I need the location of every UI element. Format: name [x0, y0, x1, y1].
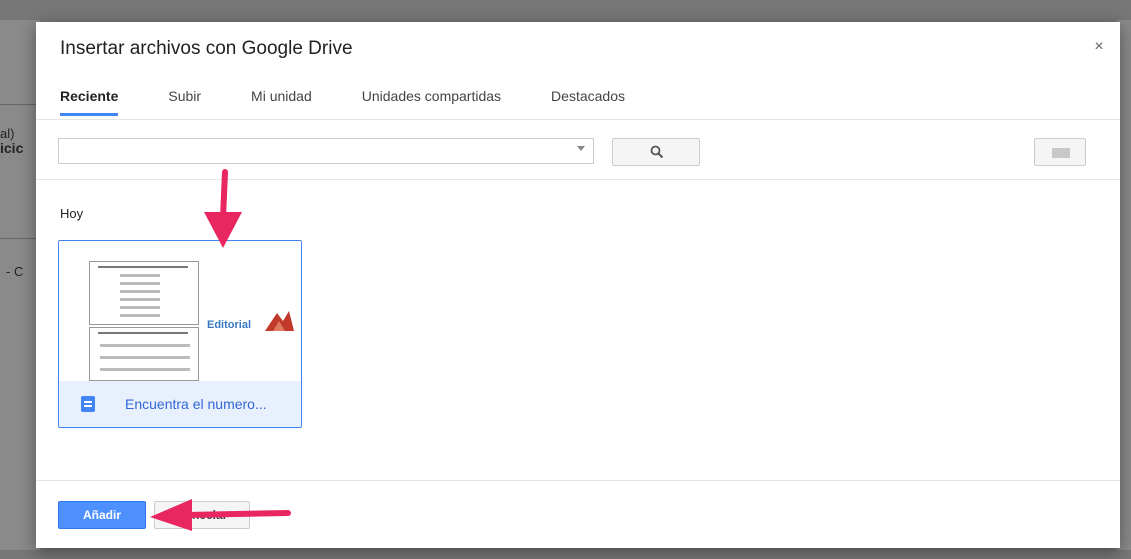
background-divider	[0, 238, 36, 239]
tab-my-drive[interactable]: Mi unidad	[251, 88, 312, 114]
search-field[interactable]	[58, 138, 594, 164]
thumbnail-page	[89, 261, 199, 325]
file-thumbnail: Editorial	[59, 241, 301, 381]
tab-starred[interactable]: Destacados	[551, 88, 625, 114]
file-area: Hoy Editorial Encuentra el numero...	[36, 180, 1120, 478]
search-button[interactable]	[612, 138, 700, 166]
search-input[interactable]	[59, 139, 559, 163]
background-text: al)	[0, 126, 15, 141]
search-icon	[650, 145, 664, 159]
tab-shared-drives[interactable]: Unidades compartidas	[362, 88, 501, 114]
thumbnail-brand: Editorial	[207, 319, 252, 331]
tab-recent[interactable]: Reciente	[60, 88, 119, 116]
file-card-footer: Encuentra el numero...	[59, 381, 301, 427]
background-text: icic	[0, 140, 24, 156]
section-label-today: Hoy	[60, 206, 84, 221]
dialog-footer: Añadir Cancelar	[36, 480, 1120, 548]
view-toggle-button[interactable]	[1034, 138, 1086, 166]
background-divider	[0, 104, 36, 105]
google-doc-icon	[81, 396, 95, 412]
dialog-header: Insertar archivos con Google Drive × Rec…	[36, 22, 1120, 120]
tab-upload[interactable]: Subir	[168, 88, 201, 114]
thumbnail-page	[89, 327, 199, 381]
drive-picker-dialog: Insertar archivos con Google Drive × Rec…	[36, 22, 1120, 548]
cancel-button[interactable]: Cancelar	[154, 501, 250, 529]
brand-logo-icon	[265, 311, 294, 331]
file-name: Encuentra el numero...	[125, 396, 267, 412]
search-toolbar	[36, 120, 1120, 180]
background-text: - C	[6, 264, 24, 279]
dialog-title: Insertar archivos con Google Drive	[60, 38, 353, 59]
add-button[interactable]: Añadir	[58, 501, 146, 529]
tab-bar: Reciente Subir Mi unidad Unidades compar…	[60, 88, 675, 116]
background-left-strip	[0, 20, 40, 550]
chevron-down-icon[interactable]	[577, 146, 585, 151]
list-view-icon	[1052, 148, 1070, 158]
close-icon[interactable]: ×	[1090, 38, 1108, 56]
file-card[interactable]: Editorial Encuentra el numero...	[58, 240, 302, 428]
